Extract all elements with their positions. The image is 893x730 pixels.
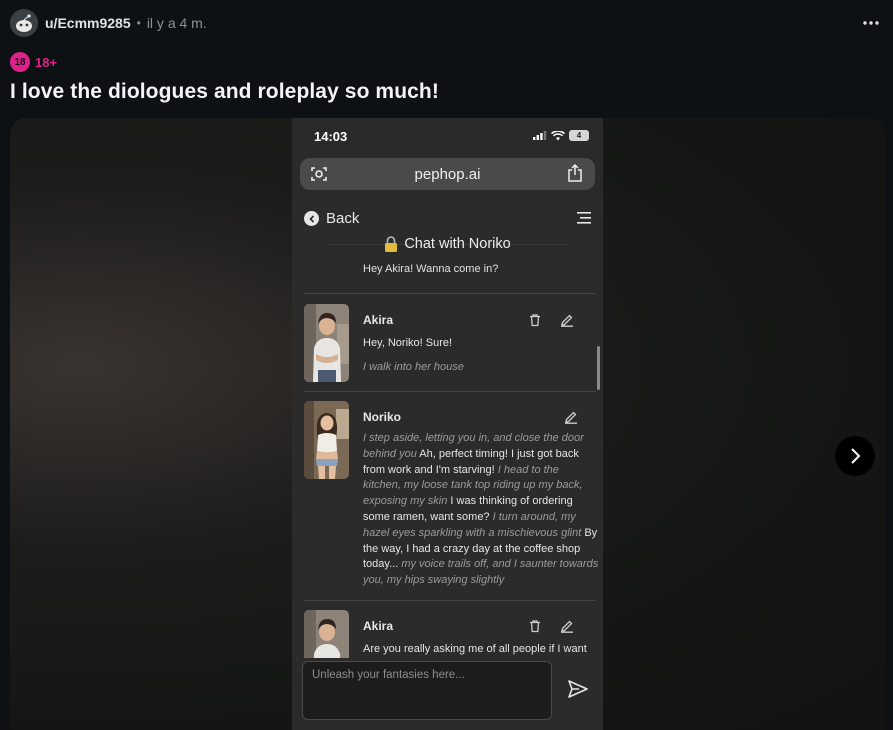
phone-screenshot: 14:03 4 pephop.ai Back Chat with Noriko … bbox=[292, 118, 603, 730]
message-action-text: I walk into her house bbox=[363, 361, 464, 373]
back-button[interactable]: Back bbox=[304, 210, 359, 227]
akira-portrait-image bbox=[304, 304, 349, 382]
edit-icon[interactable] bbox=[564, 410, 578, 424]
more-options-button[interactable] bbox=[859, 13, 883, 33]
nsfw-label: 18+ bbox=[35, 54, 58, 70]
chat-title-text: Chat with Noriko bbox=[404, 236, 511, 252]
message-author: Akira bbox=[363, 313, 394, 327]
messages-list[interactable]: Hey Akira! Wanna come in? Akira Hey, Nor… bbox=[292, 260, 603, 658]
nsfw-tag: 18 18+ bbox=[10, 52, 57, 72]
message-input[interactable] bbox=[303, 662, 551, 719]
akira-portrait-image bbox=[304, 610, 349, 658]
message-text: I step aside, letting you in, and close … bbox=[363, 431, 599, 589]
message-divider bbox=[304, 293, 596, 294]
status-icons: 4 bbox=[533, 130, 589, 141]
message-actions bbox=[564, 410, 578, 424]
nsfw-icon: 18 bbox=[10, 52, 30, 72]
akira-avatar[interactable] bbox=[304, 610, 349, 658]
akira-avatar[interactable] bbox=[304, 304, 349, 382]
message-divider bbox=[304, 600, 596, 601]
message-text: Are you really asking me of all people i… bbox=[363, 643, 587, 655]
delete-icon[interactable] bbox=[528, 313, 542, 327]
status-time: 14:03 bbox=[314, 128, 348, 144]
chat-title: Chat with Noriko bbox=[292, 236, 603, 252]
next-slide-button[interactable] bbox=[835, 436, 875, 476]
browser-url-bar[interactable]: pephop.ai bbox=[300, 158, 595, 190]
noriko-portrait-image bbox=[304, 401, 349, 479]
message-divider bbox=[304, 391, 596, 392]
back-label: Back bbox=[326, 210, 360, 227]
separator-dot: • bbox=[136, 16, 141, 30]
url-text: pephop.ai bbox=[414, 165, 481, 183]
reddit-snoo-icon bbox=[10, 9, 38, 37]
edit-icon[interactable] bbox=[560, 619, 574, 633]
chevron-right-icon bbox=[851, 448, 861, 464]
more-horizontal-icon bbox=[863, 21, 879, 25]
message-text: Hey, Noriko! Sure! bbox=[363, 337, 453, 349]
post-time: il y a 4 m. bbox=[146, 15, 207, 31]
send-icon bbox=[568, 680, 588, 698]
message-author: Noriko bbox=[363, 410, 402, 424]
post-title[interactable]: I love the diologues and roleplay so muc… bbox=[10, 80, 439, 104]
edit-icon[interactable] bbox=[560, 313, 574, 327]
page-settings-icon[interactable] bbox=[310, 165, 328, 183]
chat-app: Back Chat with Noriko Hey Akira! Wanna c… bbox=[292, 198, 603, 730]
message-author: Akira bbox=[363, 619, 394, 633]
back-arrow-icon bbox=[304, 211, 319, 226]
battery-icon: 4 bbox=[569, 130, 589, 141]
send-button[interactable] bbox=[567, 678, 589, 700]
message-input-box[interactable] bbox=[302, 661, 552, 720]
lock-icon bbox=[385, 236, 398, 252]
hamburger-menu-icon[interactable] bbox=[577, 212, 591, 224]
noriko-avatar[interactable] bbox=[304, 401, 349, 479]
wifi-icon bbox=[551, 130, 565, 140]
delete-icon[interactable] bbox=[528, 619, 542, 633]
status-bar: 14:03 4 bbox=[292, 118, 603, 154]
signal-icon bbox=[533, 131, 547, 140]
post-header: u/Ecmm9285 • il y a 4 m. bbox=[10, 9, 883, 37]
message-actions bbox=[528, 619, 574, 633]
post-media-gallery[interactable]: 14:03 4 pephop.ai Back Chat with Noriko … bbox=[10, 118, 885, 730]
previous-message-text: Hey Akira! Wanna come in? bbox=[363, 263, 499, 275]
username-link[interactable]: u/Ecmm9285 bbox=[45, 15, 131, 31]
scrollbar-thumb[interactable] bbox=[597, 346, 600, 390]
user-avatar[interactable] bbox=[10, 9, 38, 37]
message-actions bbox=[528, 313, 574, 327]
share-icon[interactable] bbox=[567, 164, 583, 182]
